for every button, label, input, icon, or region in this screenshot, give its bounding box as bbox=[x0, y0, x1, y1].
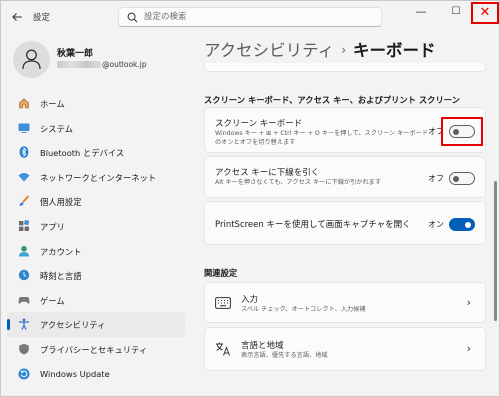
system-icon bbox=[18, 123, 30, 133]
underline-access-keys-toggle[interactable] bbox=[449, 172, 475, 185]
sidebar-item-label: ネットワークとインターネット bbox=[40, 172, 157, 183]
user-email-suffix: @outlook.jp bbox=[102, 60, 147, 69]
close-button[interactable]: ✕ bbox=[471, 2, 499, 24]
title-bar: 設定 — ☐ ✕ bbox=[1, 1, 499, 33]
network-icon bbox=[18, 172, 30, 182]
time-language-icon bbox=[18, 269, 30, 281]
settings-window: 設定 — ☐ ✕ 秋葉一郎 @outlook.jp bbox=[0, 0, 500, 397]
setting-title: アクセス キーに下線を引く bbox=[215, 168, 320, 178]
setting-description: Windows キー + ⊞ + Ctrl キー + O キーを押して、スクリー… bbox=[215, 130, 428, 147]
sidebar-item-label: アクセシビリティ bbox=[40, 320, 106, 331]
email-redaction bbox=[57, 61, 101, 68]
language-icon bbox=[216, 342, 230, 356]
sidebar-item-accounts[interactable]: アカウント bbox=[7, 239, 185, 264]
page-title: キーボード bbox=[353, 41, 436, 60]
setting-onscreen-keyboard: スクリーン キーボード Windows キー + ⊞ + Ctrl キー + O… bbox=[204, 107, 486, 153]
sidebar-item-label: アカウント bbox=[40, 246, 82, 257]
toggle-state-label: オン bbox=[428, 220, 444, 229]
sidebar-item-bluetooth[interactable]: Bluetooth とデバイス bbox=[7, 140, 185, 165]
sidebar-item-windows-update[interactable]: Windows Update bbox=[7, 362, 185, 387]
breadcrumb: アクセシビリティ › キーボード bbox=[204, 37, 436, 61]
app-title: 設定 bbox=[33, 13, 51, 23]
sidebar-nav: ホーム システム Bluetooth とデバイス ネットワークとインターネット bbox=[7, 91, 187, 386]
section-title-related: 関連設定 bbox=[204, 268, 238, 278]
sidebar-item-gaming[interactable]: ゲーム bbox=[7, 288, 185, 313]
search-box[interactable] bbox=[118, 7, 382, 27]
setting-title: スクリーン キーボード bbox=[215, 119, 303, 129]
minimize-button[interactable]: — bbox=[406, 1, 436, 25]
setting-printscreen: PrintScreen キーを使用して画面キャプチャを開く オン bbox=[204, 201, 486, 245]
toggle-knob bbox=[465, 221, 471, 228]
shield-icon bbox=[19, 343, 29, 355]
sidebar-item-label: プライバシーとセキュリティ bbox=[40, 344, 148, 355]
sidebar-item-system[interactable]: システム bbox=[7, 116, 185, 141]
sidebar-item-label: システム bbox=[40, 123, 73, 134]
vertical-scrollbar[interactable] bbox=[494, 181, 497, 321]
breadcrumb-parent[interactable]: アクセシビリティ bbox=[204, 41, 334, 60]
active-indicator bbox=[7, 319, 10, 331]
setting-underline-access-keys: アクセス キーに下線を引く Alt キーを押さなくても、アクセス キーに下線が引… bbox=[204, 156, 486, 198]
sidebar-item-label: ホーム bbox=[40, 99, 65, 109]
sidebar-item-time-language[interactable]: 時刻と言語 bbox=[7, 263, 185, 288]
brush-icon bbox=[19, 195, 30, 207]
avatar bbox=[13, 41, 50, 78]
person-icon bbox=[22, 49, 41, 70]
chevron-right-icon: › bbox=[466, 342, 471, 355]
related-link-input[interactable]: 入力 スペル チェック、オートコレクト、入力候補 › bbox=[204, 282, 486, 323]
sidebar-item-label: ゲーム bbox=[40, 295, 65, 306]
setting-title: PrintScreen キーを使用して画面キャプチャを開く bbox=[215, 220, 411, 230]
sidebar-item-label: Bluetooth とデバイス bbox=[40, 148, 125, 159]
keyboard-icon bbox=[215, 297, 231, 309]
back-button[interactable] bbox=[8, 8, 26, 26]
section-title-keyboard: スクリーン キーボード、アクセス キー、およびプリント スクリーン bbox=[204, 95, 460, 105]
sidebar-item-label: Windows Update bbox=[40, 368, 110, 379]
chevron-right-icon: › bbox=[466, 296, 471, 309]
game-icon bbox=[18, 296, 30, 304]
related-link-title: 言語と地域 bbox=[241, 341, 284, 351]
setting-description: Alt キーを押さなくても、アクセス キーに下線が引かれます bbox=[215, 179, 382, 186]
sidebar-item-network[interactable]: ネットワークとインターネット bbox=[7, 165, 185, 190]
toggle-state-label: オフ bbox=[428, 174, 444, 183]
accessibility-icon bbox=[19, 318, 29, 331]
search-input[interactable] bbox=[144, 10, 374, 24]
sidebar-item-personalization[interactable]: 個人用設定 bbox=[7, 189, 185, 214]
search-icon bbox=[127, 12, 138, 23]
related-link-description: 表示言語、優先する言語、地域 bbox=[241, 352, 328, 359]
user-email: @outlook.jp bbox=[57, 60, 187, 70]
breadcrumb-separator: › bbox=[341, 43, 346, 57]
sidebar-item-label: 個人用設定 bbox=[40, 197, 82, 208]
account-icon bbox=[19, 245, 29, 257]
setting-description-line: Windows キー + ⊞ + Ctrl キー + O キーを押して、スクリー… bbox=[215, 130, 429, 137]
user-name: 秋葉一郎 bbox=[57, 49, 94, 59]
user-profile[interactable]: 秋葉一郎 @outlook.jp bbox=[13, 41, 183, 81]
back-arrow-icon bbox=[12, 13, 22, 21]
related-link-language-region[interactable]: 言語と地域 表示言語、優先する言語、地域 › bbox=[204, 327, 486, 371]
sidebar-item-label: 時刻と言語 bbox=[40, 271, 82, 282]
sidebar-item-privacy[interactable]: プライバシーとセキュリティ bbox=[7, 337, 185, 362]
printscreen-toggle[interactable] bbox=[449, 218, 475, 231]
home-icon bbox=[19, 98, 29, 109]
sidebar-item-label: アプリ bbox=[40, 221, 65, 232]
setting-description-line: のオンとオフを切り替えます bbox=[215, 138, 296, 146]
sidebar-item-apps[interactable]: アプリ bbox=[7, 214, 185, 239]
previous-card-edge bbox=[204, 63, 486, 72]
sidebar-item-accessibility[interactable]: アクセシビリティ bbox=[7, 312, 185, 337]
bluetooth-icon bbox=[19, 146, 29, 158]
sidebar-item-home[interactable]: ホーム bbox=[7, 91, 185, 116]
toggle-knob bbox=[453, 175, 459, 182]
related-link-title: 入力 bbox=[241, 295, 259, 305]
update-icon bbox=[18, 368, 30, 380]
related-link-description: スペル チェック、オートコレクト、入力候補 bbox=[241, 306, 366, 313]
maximize-button[interactable]: ☐ bbox=[441, 1, 471, 25]
highlight-box bbox=[441, 117, 483, 146]
apps-icon bbox=[19, 219, 30, 231]
